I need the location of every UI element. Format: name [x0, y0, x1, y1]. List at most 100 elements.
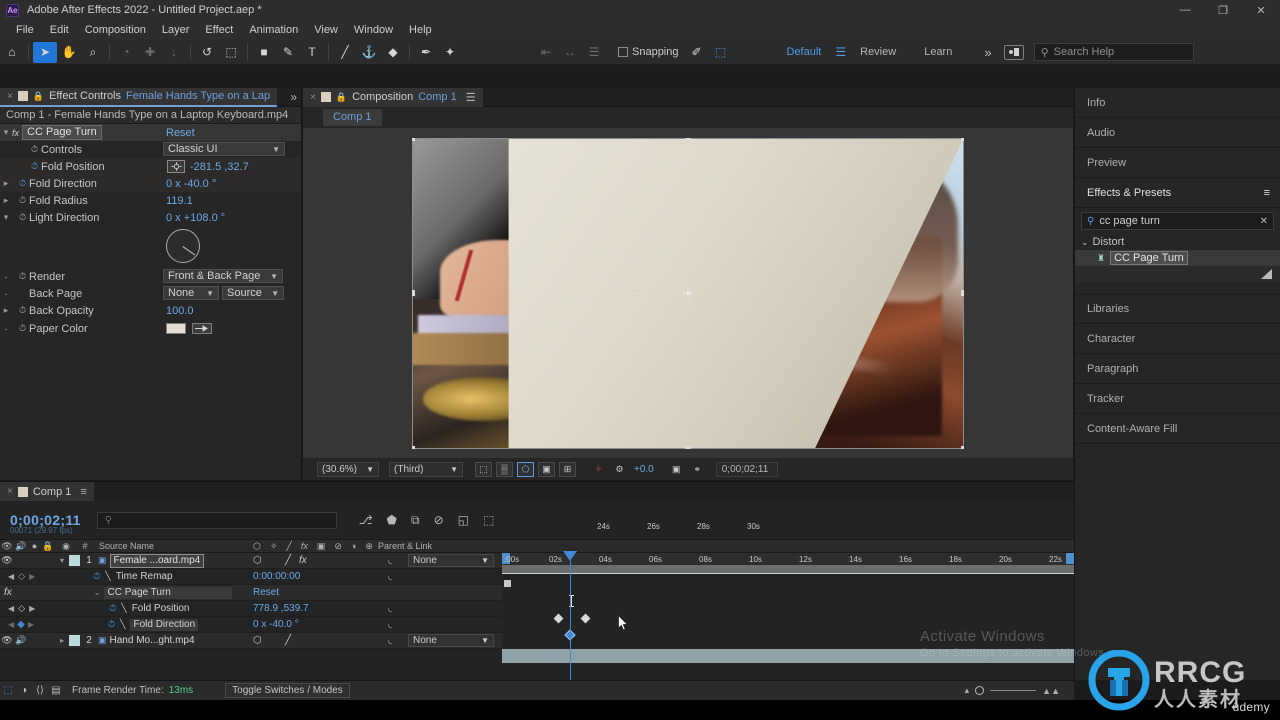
pan-under-tool-icon[interactable]: ✚: [138, 42, 162, 63]
keyframe-next-icon[interactable]: ▶: [29, 572, 35, 581]
stopwatch-icon[interactable]: ⏱: [109, 603, 116, 614]
zoom-level-dropdown[interactable]: (30.6%) ▼: [317, 461, 379, 477]
menu-window[interactable]: Window: [346, 20, 401, 40]
eraser-tool-icon[interactable]: ◆: [381, 42, 405, 63]
twirl-right-icon[interactable]: ▸: [55, 636, 69, 645]
layer-visibility-icon[interactable]: 👁: [0, 555, 14, 566]
back-page-source-dropdown[interactable]: None ▼: [163, 286, 219, 300]
pixel-aspect-correction-icon[interactable]: ⊞: [559, 461, 576, 477]
label-color-icon[interactable]: ◉: [55, 541, 77, 552]
fold-position-handle[interactable]: [632, 289, 640, 297]
expression-pickwhip-icon[interactable]: ◟: [388, 603, 392, 614]
source-name-header[interactable]: Source Name: [99, 541, 154, 551]
timeline-tab-comp1[interactable]: × Comp 1 ≡: [0, 482, 94, 501]
lock-icon[interactable]: 🔒: [41, 541, 55, 552]
work-area-bar[interactable]: [502, 565, 1074, 573]
pen-tool-icon[interactable]: ✎: [276, 42, 300, 63]
graph-editor-set-icon[interactable]: ╲: [105, 571, 110, 582]
timeline-zoom-slider[interactable]: ▴ ▲▲: [965, 685, 1074, 696]
stopwatch-icon[interactable]: ⏱: [16, 271, 29, 282]
stopwatch-icon[interactable]: ⏱: [108, 619, 115, 630]
fold-position-value[interactable]: -281.5 ,32.7: [190, 161, 249, 173]
table-row[interactable]: fx ⌄ CC Page Turn Reset: [0, 585, 502, 601]
stopwatch-icon[interactable]: ⏱: [16, 195, 29, 206]
panel-menu-icon[interactable]: ☰: [466, 91, 476, 104]
lock-icon[interactable]: 🔒: [336, 92, 347, 103]
close-icon[interactable]: ×: [310, 92, 316, 103]
exposure-value[interactable]: +0.0: [634, 464, 654, 475]
transparency-grid-icon[interactable]: ▒: [496, 461, 513, 477]
snap-vertex-icon[interactable]: ✐: [685, 42, 709, 63]
menu-help[interactable]: Help: [401, 20, 440, 40]
minimize-button[interactable]: —: [1166, 0, 1204, 20]
zoom-in-icon[interactable]: ▲▲: [1042, 686, 1060, 696]
workspace-default[interactable]: Default: [773, 46, 836, 58]
keyframe-marker[interactable]: [553, 613, 564, 624]
lock-icon[interactable]: 🔒: [33, 91, 44, 102]
expression-pickwhip-icon[interactable]: ◟: [388, 619, 392, 630]
fast-previews-icon[interactable]: ✧: [590, 462, 607, 477]
layer-audio-icon[interactable]: 🔊: [14, 635, 28, 646]
dock-tab-info[interactable]: Info: [1075, 88, 1280, 118]
zoom-slider-track[interactable]: [990, 690, 1037, 691]
keyframe-toggle-icon[interactable]: ◇: [18, 571, 25, 582]
selection-handle[interactable]: [412, 137, 415, 141]
selection-tool-icon[interactable]: ➤: [33, 41, 57, 63]
workspace-overflow-icon[interactable]: »: [984, 45, 991, 60]
puppet-pin-tool-icon[interactable]: ✒: [414, 42, 438, 63]
snapping-checkbox[interactable]: [618, 47, 628, 57]
property-value[interactable]: 0:00:00:00: [253, 571, 300, 582]
stopwatch-icon[interactable]: ⏱: [93, 571, 100, 582]
effect-item-cc-page-turn[interactable]: ♜ CC Page Turn: [1075, 250, 1280, 266]
layer-name[interactable]: Female ...oard.mp4: [109, 553, 205, 568]
twirl-right-icon[interactable]: ▸: [0, 195, 12, 206]
roto-brush-tool-icon[interactable]: ⬚: [219, 42, 243, 63]
clone-stamp-tool-icon[interactable]: ⚓: [357, 42, 381, 63]
parent-dropdown[interactable]: None ▼: [408, 634, 494, 647]
keyframe-marker[interactable]: [580, 613, 591, 624]
composition-viewer[interactable]: [303, 128, 1073, 458]
menu-layer[interactable]: Layer: [154, 20, 198, 40]
hide-shy-layers-icon[interactable]: ⧉: [411, 513, 420, 528]
search-help-input[interactable]: ⚲ Search Help: [1033, 43, 1194, 61]
panel-menu-icon[interactable]: ≡: [1264, 187, 1270, 199]
audio-icon[interactable]: 🔊: [14, 541, 28, 552]
menu-view[interactable]: View: [306, 20, 346, 40]
effects-category-distort[interactable]: ⌄ Distort: [1075, 234, 1280, 250]
zoom-out-icon[interactable]: ▴: [965, 685, 970, 696]
light-direction-value[interactable]: 0 x +108.0 °: [166, 212, 225, 224]
menu-file[interactable]: File: [8, 20, 42, 40]
toggle-mask-icon[interactable]: ⬠: [517, 461, 534, 477]
home-icon[interactable]: ⌂: [0, 42, 24, 63]
dock-tab-paragraph[interactable]: Paragraph: [1075, 354, 1280, 384]
work-area-end-handle[interactable]: [1066, 553, 1074, 564]
keyframe-toggle-icon[interactable]: ◆: [17, 619, 25, 630]
dock-tab-preview[interactable]: Preview: [1075, 148, 1280, 178]
keyframe-prev-icon[interactable]: ◀: [8, 620, 14, 629]
dock-tab-libraries[interactable]: Libraries: [1075, 294, 1280, 324]
selection-handle[interactable]: [961, 289, 964, 296]
close-icon[interactable]: ×: [7, 91, 13, 102]
viewer-time-display[interactable]: 0;00;02;11: [715, 461, 778, 477]
paper-color-swatch[interactable]: [166, 323, 186, 334]
effects-search-input[interactable]: ⚲ cc page turn ✕: [1081, 212, 1274, 230]
table-row[interactable]: ◀ ◇ ▶ ⏱ ╲ Fold Position 778.9 ,539.7 ◟: [0, 601, 502, 617]
menu-composition[interactable]: Composition: [77, 20, 154, 40]
composition-stage[interactable]: [412, 137, 964, 449]
point-picker-icon[interactable]: [167, 160, 185, 173]
selection-handle[interactable]: [685, 137, 691, 141]
stopwatch-icon[interactable]: ⏱: [28, 144, 41, 155]
table-row[interactable]: ◀ ◆ ▶ ⏱ ╲ Fold Direction 0 x -40.0 ° ◟: [0, 617, 502, 633]
timeline-search-input[interactable]: ⚲: [96, 511, 337, 529]
zoom-tool-icon[interactable]: ⌕: [81, 42, 105, 63]
twirl-down-icon[interactable]: ▾: [0, 212, 12, 223]
stopwatch-icon[interactable]: ⏱: [16, 178, 29, 189]
twirl-right-icon[interactable]: ▸: [0, 178, 12, 189]
eyedropper-icon[interactable]: [192, 323, 212, 334]
layer-duration-bar-2[interactable]: [502, 649, 1074, 663]
layer-label-color[interactable]: [69, 555, 80, 566]
time-remap-keyframe[interactable]: [504, 580, 511, 587]
menu-animation[interactable]: Animation: [241, 20, 306, 40]
dock-tab-content-aware-fill[interactable]: Content-Aware Fill: [1075, 414, 1280, 444]
graph-editor-icon[interactable]: ⬚: [483, 513, 494, 527]
